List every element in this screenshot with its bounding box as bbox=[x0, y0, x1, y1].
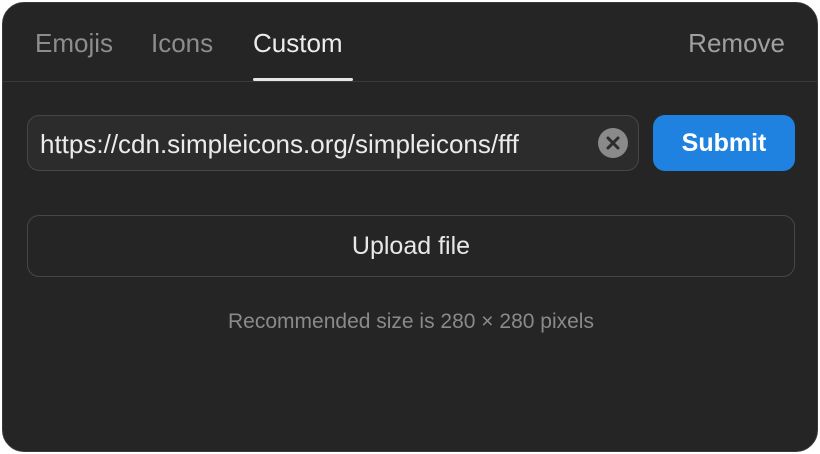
tab-icons[interactable]: Icons bbox=[151, 27, 213, 59]
icon-picker-panel: Emojis Icons Custom Remove https://cdn.s… bbox=[2, 2, 818, 452]
url-input-value[interactable]: https://cdn.simpleicons.org/simpleicons/… bbox=[40, 128, 590, 160]
active-tab-indicator bbox=[253, 78, 353, 81]
upload-file-button[interactable]: Upload file bbox=[27, 215, 795, 277]
url-row: https://cdn.simpleicons.org/simpleicons/… bbox=[27, 115, 795, 171]
submit-button[interactable]: Submit bbox=[653, 115, 795, 171]
tab-bar: Emojis Icons Custom Remove bbox=[3, 3, 817, 82]
tab-emojis[interactable]: Emojis bbox=[35, 27, 113, 59]
remove-button[interactable]: Remove bbox=[688, 27, 785, 59]
recommended-size-hint: Recommended size is 280 × 280 pixels bbox=[228, 310, 594, 333]
clear-icon[interactable] bbox=[598, 128, 628, 158]
tab-custom[interactable]: Custom bbox=[253, 27, 343, 59]
url-input[interactable]: https://cdn.simpleicons.org/simpleicons/… bbox=[27, 115, 639, 171]
